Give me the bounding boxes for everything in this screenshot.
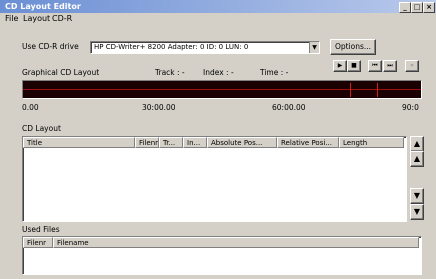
play-button[interactable]: ▶ (333, 60, 347, 72)
cd-layout-label: CD Layout (22, 124, 61, 133)
drive-select[interactable]: HP CD-Writer+ 8200 Adapter: 0 ID: 0 LUN:… (90, 41, 320, 54)
column-length[interactable]: Length (339, 137, 404, 148)
menu-file[interactable]: File (5, 14, 18, 24)
maximize-button[interactable]: □ (411, 2, 423, 13)
menu-layout[interactable]: Layout (23, 14, 50, 24)
column-absolute-position[interactable]: Absolute Pos... (207, 137, 277, 148)
move-down-button[interactable]: ▼ (410, 188, 424, 204)
timeline-tick-0: 0.00 (22, 103, 39, 112)
cd-layout-editor-window: CD Layout Editor _ □ × File Layout CD-R … (0, 0, 436, 279)
column-title[interactable]: Title (23, 137, 135, 148)
timeline-tick-60: 60:00.00 (272, 103, 306, 112)
close-button[interactable]: × (423, 2, 435, 13)
move-bottom-button[interactable]: ▼ (410, 204, 424, 220)
options-button[interactable]: Options... (330, 39, 376, 55)
graphical-layout-label: Graphical CD Layout (22, 68, 100, 77)
time-readout: Time : - (260, 68, 289, 77)
column-filenr[interactable]: Filenr (135, 137, 159, 148)
track-readout: Track : - (155, 68, 185, 77)
move-up-button[interactable]: ▲ (410, 151, 424, 167)
cd-layout-list[interactable]: Title Filenr Tr... In... Absolute Pos...… (22, 136, 407, 222)
column-relative-position[interactable]: Relative Posi... (277, 137, 339, 148)
timeline-capacity-marker (377, 83, 378, 97)
menu-bar: File Layout CD-R (0, 13, 436, 25)
title-bar: CD Layout Editor _ □ × (0, 0, 436, 13)
timeline-tick-30: 30:00.00 (142, 103, 176, 112)
timeline-capacity-marker (350, 83, 351, 97)
index-readout: Index : - (203, 68, 234, 77)
stop-button[interactable]: ■ (347, 60, 361, 72)
window-title: CD Layout Editor (5, 2, 81, 11)
fast-forward-button[interactable]: » (405, 60, 419, 72)
cd-timeline[interactable] (22, 80, 422, 99)
column-index[interactable]: In... (183, 137, 207, 148)
timeline-tick-90: 90:0 (402, 103, 419, 112)
drive-label: Use CD-R drive (22, 42, 79, 51)
minimize-button[interactable]: _ (399, 2, 411, 13)
previous-track-button[interactable]: ⏮ (368, 60, 382, 72)
used-files-list[interactable]: Filenr Filename (22, 236, 422, 275)
timeline-track-line (23, 89, 421, 90)
chevron-down-icon[interactable]: ▼ (309, 42, 319, 53)
column-used-filenr[interactable]: Filenr (23, 237, 53, 248)
column-track[interactable]: Tr... (159, 137, 183, 148)
used-files-label: Used Files (22, 225, 60, 234)
menu-cd-r[interactable]: CD-R (52, 14, 72, 24)
drive-selected-value: HP CD-Writer+ 8200 Adapter: 0 ID: 0 LUN:… (94, 43, 249, 51)
next-track-button[interactable]: ⏭ (383, 60, 397, 72)
move-top-button[interactable]: ▲ (410, 136, 424, 152)
column-filename[interactable]: Filename (53, 237, 419, 248)
